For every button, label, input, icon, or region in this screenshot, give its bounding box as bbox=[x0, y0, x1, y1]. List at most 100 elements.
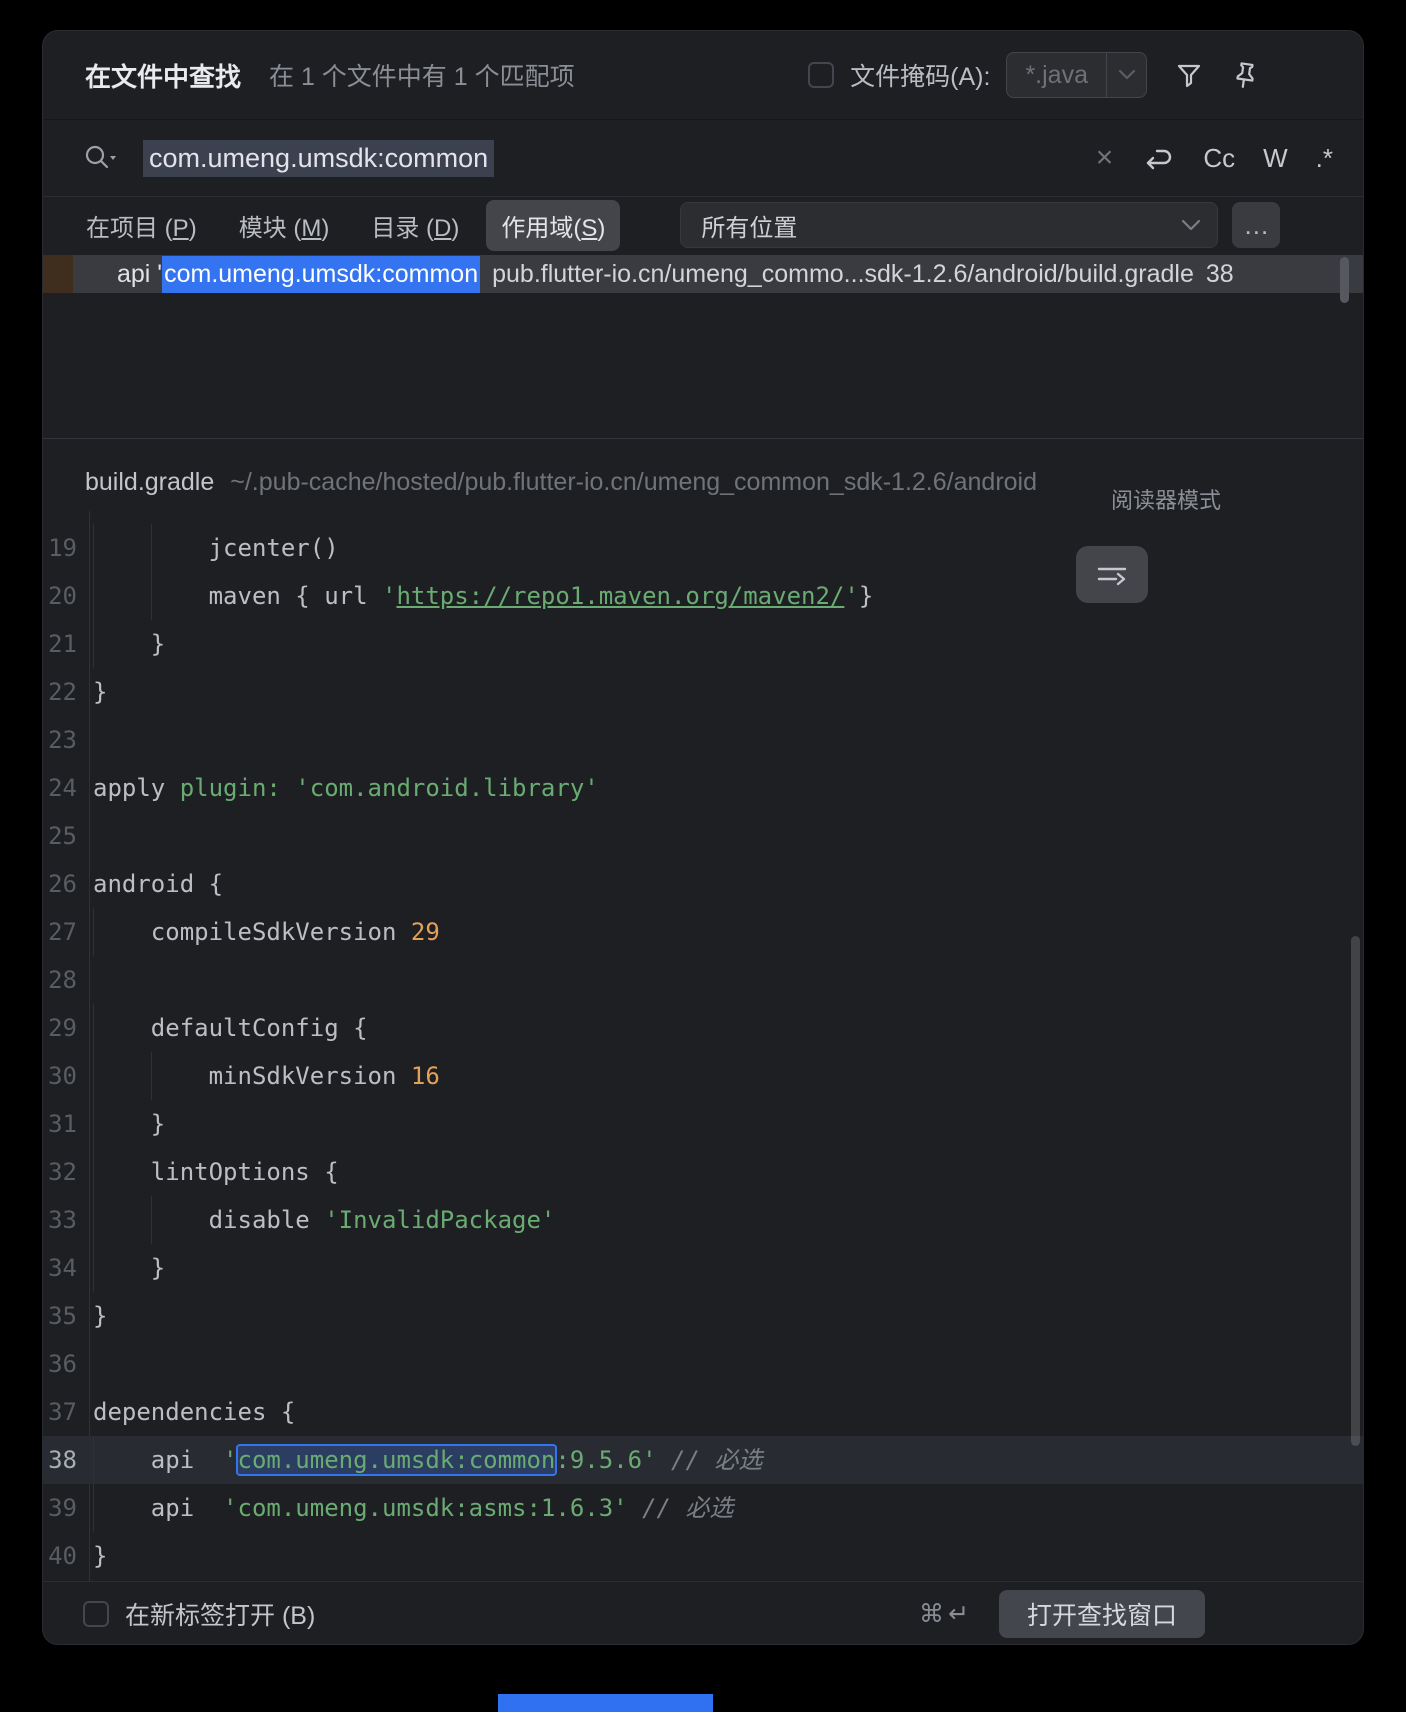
indent-guide bbox=[93, 1484, 94, 1532]
code-line: 37 dependencies { bbox=[43, 1388, 1363, 1436]
line-number: 34 bbox=[48, 1254, 77, 1282]
line-number: 29 bbox=[48, 1014, 77, 1042]
indent-guide bbox=[93, 1436, 94, 1484]
indent-guide bbox=[93, 1148, 94, 1196]
line-number: 39 bbox=[48, 1494, 77, 1522]
indent-guide bbox=[93, 1244, 94, 1292]
line-number: 32 bbox=[48, 1158, 77, 1186]
soft-wrap-button[interactable] bbox=[1076, 546, 1148, 603]
search-icon[interactable] bbox=[83, 143, 117, 173]
words-toggle[interactable]: W bbox=[1263, 143, 1288, 174]
scope-row: 在项目 (P) 模块 (M) 目录 (D) 作用域(S) 所有位置 … bbox=[43, 197, 1363, 253]
result-match-highlight: com.umeng.umsdk:common bbox=[162, 255, 481, 293]
chevron-down-icon[interactable] bbox=[1106, 53, 1146, 97]
line-number: 28 bbox=[48, 966, 77, 994]
scope-more-button[interactable]: … bbox=[1232, 202, 1281, 248]
code-line: 34 } bbox=[43, 1244, 1363, 1292]
search-row: com.umeng.umsdk:common × Cc W .* bbox=[43, 119, 1363, 197]
code-line: 40} bbox=[43, 1532, 1363, 1580]
shortcut-hint: ⌘↵ bbox=[919, 1600, 973, 1628]
code-line: 25 bbox=[43, 812, 1363, 860]
result-line-number: 38 bbox=[1205, 259, 1234, 288]
match-summary: 在 1 个文件中有 1 个匹配项 bbox=[269, 63, 575, 91]
tab-scope[interactable]: 作用域(S) bbox=[486, 199, 621, 251]
file-mask-checkbox[interactable] bbox=[808, 62, 835, 88]
code-line: 35} bbox=[43, 1292, 1363, 1340]
tab-module[interactable]: 模块 (M) bbox=[224, 200, 345, 251]
scope-location-value: 所有位置 bbox=[701, 214, 798, 242]
open-in-new-tab-label: 在新标签打开 (B) bbox=[125, 1602, 316, 1630]
results-list: api ' com.umeng.umsdk:common pub.flutter-… bbox=[43, 253, 1363, 439]
code-line: 29 defaultConfig { bbox=[43, 1004, 1363, 1052]
filter-icon[interactable] bbox=[1175, 61, 1203, 89]
code-line: 19 jcenter() bbox=[43, 524, 1363, 572]
open-in-new-tab-checkbox[interactable] bbox=[83, 1601, 109, 1627]
background-window-strip bbox=[498, 1694, 713, 1712]
code-preview-editor: 19 jcenter() 20 maven { url 'https://repo… bbox=[43, 511, 1363, 1581]
result-row-stripe bbox=[43, 255, 73, 293]
line-number: 25 bbox=[48, 822, 77, 850]
clear-search-icon[interactable]: × bbox=[1096, 143, 1114, 173]
tab-in-project[interactable]: 在项目 (P) bbox=[71, 200, 212, 251]
code-line: 36 bbox=[43, 1340, 1363, 1388]
code-line: 27 compileSdkVersion 29 bbox=[43, 908, 1363, 956]
scope-location-select[interactable]: 所有位置 bbox=[680, 202, 1219, 248]
line-number: 33 bbox=[48, 1206, 77, 1234]
line-number: 21 bbox=[48, 630, 77, 658]
match-case-toggle[interactable]: Cc bbox=[1203, 143, 1235, 174]
indent-guide bbox=[93, 524, 94, 572]
line-number: 27 bbox=[48, 918, 77, 946]
find-in-files-dialog: 在文件中查找 在 1 个文件中有 1 个匹配项 文件掩码(A): *.java … bbox=[42, 30, 1364, 1645]
preview-file-path: ~/.pub-cache/hosted/pub.flutter-io.cn/um… bbox=[230, 467, 1038, 496]
indent-guide bbox=[93, 908, 94, 956]
line-number: 37 bbox=[48, 1398, 77, 1426]
code-line: 28 bbox=[43, 956, 1363, 1004]
dialog-footer: 在新标签打开 (B) ⌘↵ 打开查找窗口 bbox=[43, 1581, 1363, 1644]
file-mask-label: 文件掩码(A): bbox=[850, 63, 991, 91]
code-line: 23 bbox=[43, 716, 1363, 764]
line-number: 20 bbox=[48, 582, 77, 610]
pin-icon[interactable] bbox=[1231, 61, 1259, 89]
code-line: 26 android { bbox=[43, 860, 1363, 908]
line-number: 26 bbox=[48, 870, 77, 898]
newline-icon[interactable] bbox=[1141, 143, 1175, 173]
result-file-path: pub.flutter-io.cn/umeng_commo...sdk-1.2.… bbox=[492, 259, 1194, 288]
indent-guide bbox=[150, 524, 152, 572]
code-line: 30 minSdkVersion 16 bbox=[43, 1052, 1363, 1100]
dialog-header: 在文件中查找 在 1 个文件中有 1 个匹配项 文件掩码(A): *.java bbox=[43, 31, 1363, 119]
editor-scrollbar-thumb[interactable] bbox=[1351, 936, 1360, 1446]
line-number: 38 bbox=[48, 1446, 77, 1474]
line-number: 31 bbox=[48, 1110, 77, 1138]
tab-directory[interactable]: 目录 (D) bbox=[356, 200, 474, 251]
result-row[interactable]: api ' com.umeng.umsdk:common pub.flutter-… bbox=[43, 255, 1363, 303]
line-number: 24 bbox=[48, 774, 77, 802]
line-number: 36 bbox=[48, 1350, 77, 1378]
line-number: 30 bbox=[48, 1062, 77, 1090]
line-number: 23 bbox=[48, 726, 77, 754]
line-number: 19 bbox=[48, 534, 77, 562]
indent-guide bbox=[93, 1100, 94, 1148]
code-line: 20 maven { url 'https://repo1.maven.org/… bbox=[43, 572, 1363, 620]
chevron-down-icon bbox=[1181, 219, 1201, 232]
code-url-link[interactable]: https://repo1.maven.org/maven2/ bbox=[396, 582, 844, 610]
line-number: 35 bbox=[48, 1302, 77, 1330]
search-input[interactable]: com.umeng.umsdk:common bbox=[143, 139, 495, 177]
footer-actions: ⌘↵ 打开查找窗口 bbox=[919, 1590, 1205, 1638]
code-line: 39 api 'com.umeng.umsdk:asms:1.6.3' // 必… bbox=[43, 1484, 1363, 1532]
regex-toggle[interactable]: .* bbox=[1316, 143, 1333, 174]
indent-guide bbox=[150, 572, 152, 620]
file-mask-value: *.java bbox=[1025, 60, 1088, 89]
code-line: 22} bbox=[43, 668, 1363, 716]
code-line: 38 api 'com.umeng.umsdk:common:9.5.6' //… bbox=[43, 1436, 1363, 1484]
search-options: × Cc W .* bbox=[1096, 143, 1333, 174]
result-snippet-prefix: api ' bbox=[117, 259, 163, 288]
page-title: 在文件中查找 bbox=[85, 61, 242, 92]
open-find-window-button[interactable]: 打开查找窗口 bbox=[998, 1590, 1205, 1638]
indent-guide bbox=[93, 620, 94, 668]
code-match-highlight: com.umeng.umsdk:common bbox=[237, 1446, 556, 1474]
indent-guide bbox=[93, 1004, 94, 1052]
indent-guide bbox=[93, 1196, 94, 1244]
line-number: 40 bbox=[48, 1542, 77, 1570]
results-scrollbar-thumb[interactable] bbox=[1340, 257, 1349, 303]
file-mask-combo[interactable]: *.java bbox=[1006, 52, 1147, 98]
